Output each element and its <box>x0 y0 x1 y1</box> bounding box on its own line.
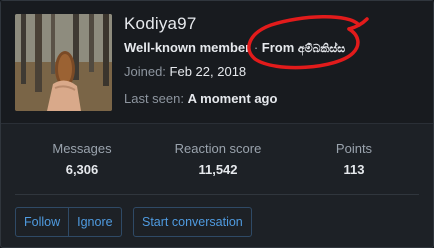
member-title: Well-known member <box>124 40 251 55</box>
stat-label: Messages <box>52 141 112 156</box>
from-label: From <box>261 40 295 55</box>
username[interactable]: Kodiya97 <box>124 14 197 34</box>
avatar-image <box>15 14 112 111</box>
stat-label: Points <box>335 141 373 156</box>
last-seen-label: Last seen: <box>124 91 184 106</box>
stat-points[interactable]: Points 113 <box>319 141 389 177</box>
follow-button[interactable]: Follow <box>16 208 68 236</box>
joined-date: Feb 22, 2018 <box>169 64 247 79</box>
ignore-button[interactable]: Ignore <box>68 208 120 236</box>
last-seen-value: A moment ago <box>187 91 278 106</box>
stat-label: Reaction score <box>174 141 262 156</box>
joined-line: Joined: Feb 22, 2018 <box>124 64 246 79</box>
follow-ignore-group: Follow Ignore <box>15 207 122 237</box>
member-title-line: Well-known member · From අම්බකිස්ස <box>124 40 345 56</box>
stat-messages[interactable]: Messages 6,306 <box>37 141 127 177</box>
member-tooltip-card: Kodiya97 Well-known member · From අම්බකි… <box>0 0 434 248</box>
start-conversation-button[interactable]: Start conversation <box>133 207 252 237</box>
stats-row: Messages 6,306 Reaction score 11,542 Poi… <box>15 141 419 181</box>
location: අම්බකිස්ස <box>297 43 346 55</box>
avatar[interactable] <box>15 14 112 111</box>
stat-reaction-score[interactable]: Reaction score 11,542 <box>163 141 273 177</box>
stat-value: 113 <box>343 162 365 177</box>
stat-value: 6,306 <box>65 162 99 177</box>
divider <box>15 194 419 195</box>
joined-label: Joined: <box>124 64 166 79</box>
separator-dot: · <box>253 40 259 55</box>
last-seen-line: Last seen: A moment ago <box>124 91 277 106</box>
stat-value: 11,542 <box>198 162 238 177</box>
member-header: Kodiya97 Well-known member · From අම්බකි… <box>1 1 433 124</box>
